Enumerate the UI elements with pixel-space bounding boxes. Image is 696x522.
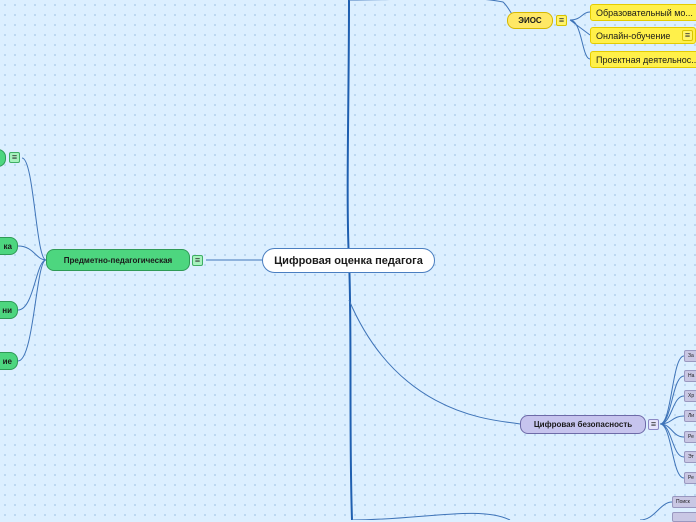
connector-eios-up: [349, 0, 521, 21]
security-child-3[interactable]: Хр: [684, 390, 696, 402]
connector-bottom: [351, 501, 673, 520]
branch-security-node[interactable]: Цифровая безопасность: [520, 415, 646, 434]
security-child-7[interactable]: Ре: [684, 472, 696, 484]
security-child-5[interactable]: Ре: [684, 431, 696, 443]
branch-eios-label: ЭИОС: [518, 16, 542, 25]
eios-child-3[interactable]: Проектная деятельнос...: [590, 51, 696, 68]
connector-security-up: [348, 299, 521, 425]
root-node[interactable]: Цифровая оценка педагога: [262, 248, 435, 273]
security-child-6[interactable]: Эт: [684, 451, 696, 463]
security-child-1[interactable]: За: [684, 350, 696, 362]
connector-eios-children: [569, 11, 591, 60]
connector-subject-children: [17, 157, 47, 362]
notes-icon[interactable]: ≡: [9, 152, 20, 163]
branch-subject-label: Предметно-педагогическая: [63, 255, 173, 265]
subject-child-2[interactable]: ка: [0, 237, 18, 255]
notes-icon[interactable]: ≡: [682, 30, 693, 41]
root-label: Цифровая оценка педагога: [274, 254, 423, 267]
eios-child-2[interactable]: Онлайн-обучение: [590, 27, 696, 44]
notes-icon[interactable]: ≡: [648, 419, 659, 430]
subject-child-3[interactable]: ни: [0, 301, 18, 319]
security-child-2[interactable]: На: [684, 370, 696, 382]
eios-child-1[interactable]: Образовательный мо...: [590, 4, 696, 21]
branch-eios-node[interactable]: ЭИОС: [507, 12, 553, 29]
bottom-child-1[interactable]: Поиск: [672, 496, 696, 508]
branch-security-label: Цифровая безопасность: [533, 420, 633, 429]
branch-subject-node[interactable]: Предметно-педагогическая: [46, 249, 190, 271]
notes-icon[interactable]: ≡: [556, 15, 567, 26]
bottom-child-2[interactable]: [672, 512, 696, 522]
notes-icon[interactable]: ≡: [192, 255, 203, 266]
security-child-4[interactable]: Ли: [684, 410, 696, 422]
connector-security-children: [659, 355, 685, 479]
subject-child-4[interactable]: ие: [0, 352, 18, 370]
